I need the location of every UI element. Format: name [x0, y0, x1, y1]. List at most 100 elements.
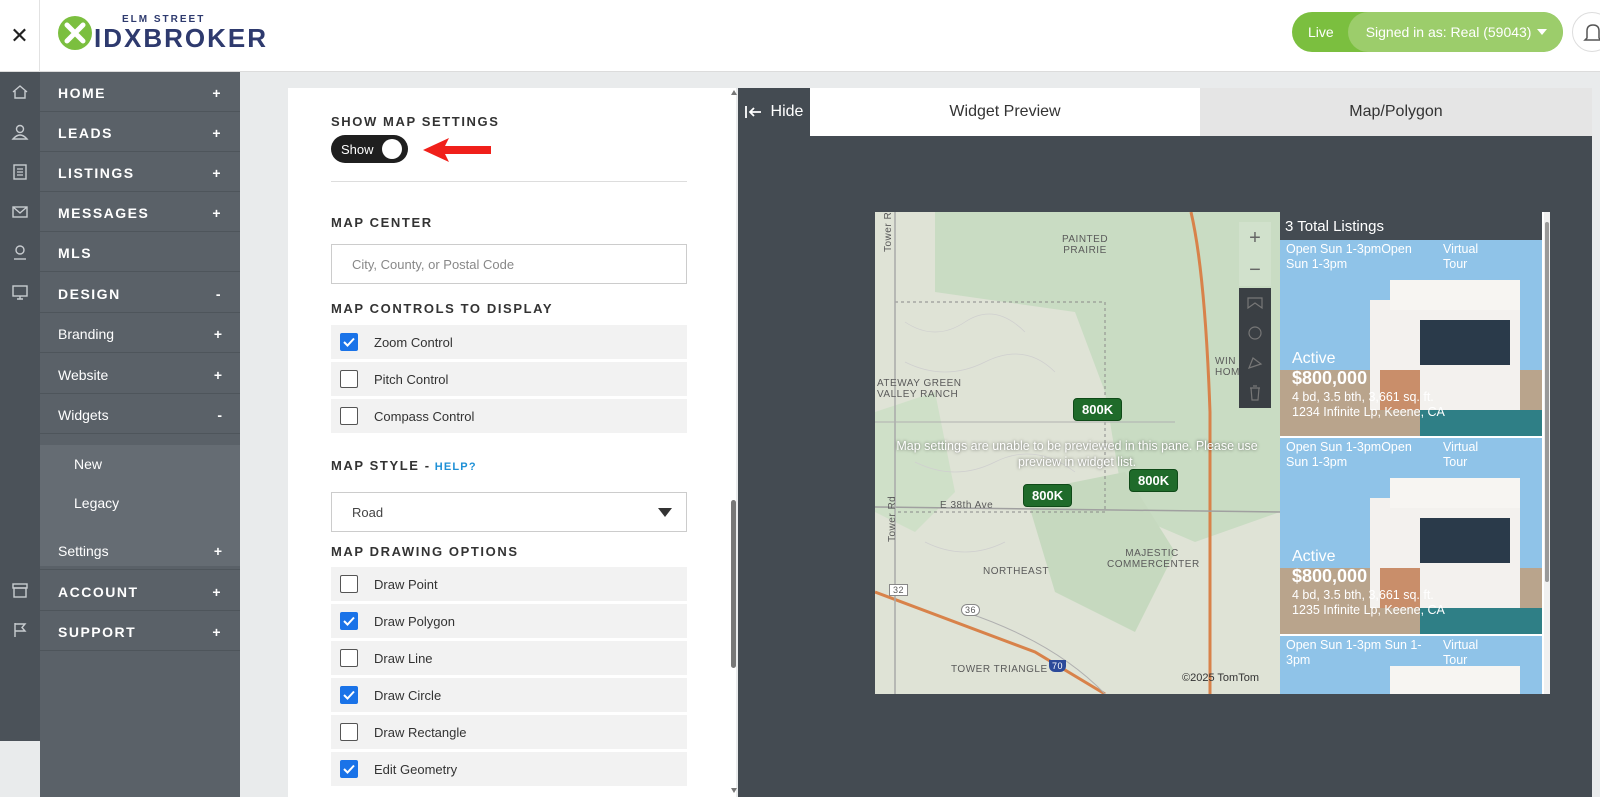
expand-icon: +: [212, 164, 222, 181]
map-label: Tower Rd: [883, 212, 894, 252]
map-label: ATEWAY GREEN VALLEY RANCH: [877, 378, 962, 400]
tab-widget-preview[interactable]: Widget Preview: [810, 88, 1200, 136]
option-draw-point[interactable]: Draw Point: [331, 567, 687, 601]
divider: [331, 181, 687, 182]
map-pin-icon[interactable]: [8, 240, 32, 264]
sidebar-item-listings[interactable]: LISTINGS +: [40, 154, 240, 192]
logo-title: IDXBROKER: [94, 23, 269, 53]
checkbox-unchecked[interactable]: [340, 575, 358, 593]
virtual-tour-link[interactable]: Virtual Tour: [1443, 242, 1503, 272]
listings-scrollbar[interactable]: [1544, 212, 1550, 694]
sidebar-item-leads[interactable]: LEADS +: [40, 114, 240, 152]
price-pin[interactable]: 800K: [1073, 398, 1123, 421]
sidebar-item-legacy[interactable]: Legacy: [40, 484, 240, 522]
sidebar-item-label: ACCOUNT: [58, 583, 139, 600]
checkbox-unchecked[interactable]: [340, 407, 358, 425]
option-zoom-control[interactable]: Zoom Control: [331, 325, 687, 359]
expand-icon: +: [212, 124, 222, 141]
sidebar-item-website[interactable]: Website +: [40, 356, 240, 394]
virtual-tour-link[interactable]: Virtual Tour: [1443, 638, 1503, 668]
map-center-input[interactable]: City, County, or Postal Code: [331, 244, 687, 284]
scrollbar-thumb[interactable]: [731, 500, 736, 668]
edit-geometry-icon[interactable]: [1239, 348, 1271, 378]
show-map-toggle[interactable]: Show: [331, 135, 408, 163]
sidebar-item-branding[interactable]: Branding +: [40, 315, 240, 353]
map-label: TOWER TRIANGLE: [951, 664, 1048, 675]
option-draw-circle[interactable]: Draw Circle: [331, 678, 687, 712]
listings-panel: 3 Total Listings Open Sun 1-3pmOpen Sun …: [1280, 212, 1550, 694]
draw-toolbar: [1239, 288, 1271, 408]
option-draw-polygon[interactable]: Draw Polygon: [331, 604, 687, 638]
scroll-up-icon[interactable]: [731, 90, 737, 95]
sidebar-item-new[interactable]: New: [40, 445, 240, 483]
sidebar-item-widgets[interactable]: Widgets -: [40, 396, 240, 434]
sidebar-item-account[interactable]: ACCOUNT +: [40, 573, 240, 611]
sidebar-item-support[interactable]: SUPPORT +: [40, 613, 240, 651]
sidebar-item-messages[interactable]: MESSAGES +: [40, 194, 240, 232]
checkbox-unchecked[interactable]: [340, 370, 358, 388]
scroll-down-icon[interactable]: [731, 788, 737, 793]
help-link[interactable]: HELP?: [435, 461, 477, 473]
account-pill[interactable]: Live Signed in as: Real (59043): [1292, 12, 1564, 52]
user-icon[interactable]: [8, 120, 32, 144]
hide-button[interactable]: Hide: [738, 88, 810, 136]
checkbox-checked[interactable]: [340, 686, 358, 704]
sidebar-item-label: Website: [58, 366, 109, 383]
draw-polygon-icon[interactable]: [1239, 288, 1271, 318]
checkbox-checked[interactable]: [340, 333, 358, 351]
road-shield: 32: [889, 584, 909, 596]
caret-down-icon: [1537, 29, 1548, 35]
monitor-icon[interactable]: [8, 280, 32, 304]
settings-scrollbar[interactable]: [730, 88, 738, 797]
option-draw-line[interactable]: Draw Line: [331, 641, 687, 675]
sidebar-item-label: SUPPORT: [58, 623, 137, 640]
sidebar-item-label: New: [74, 456, 103, 472]
checkbox-unchecked[interactable]: [340, 723, 358, 741]
notifications-button[interactable]: [1572, 12, 1600, 52]
option-compass-control[interactable]: Compass Control: [331, 399, 687, 433]
total-listings-title: 3 Total Listings: [1280, 212, 1542, 240]
checkbox-checked[interactable]: [340, 612, 358, 630]
option-pitch-control[interactable]: Pitch Control: [331, 362, 687, 396]
listings-icon[interactable]: [8, 160, 32, 184]
listing-status: Active: [1292, 548, 1336, 565]
checkbox-unchecked[interactable]: [340, 649, 358, 667]
draw-circle-icon[interactable]: [1239, 318, 1271, 348]
sidebar: HOME + LEADS + LISTINGS + MESSAGES + MLS DES…: [40, 72, 240, 797]
flag-icon[interactable]: [8, 618, 32, 642]
mail-icon[interactable]: [8, 200, 32, 224]
sidebar-item-settings[interactable]: Settings +: [40, 532, 240, 570]
map-style-select[interactable]: Road: [331, 492, 687, 532]
scrollbar-thumb[interactable]: [1545, 222, 1549, 582]
listing-card[interactable]: Open Sun 1-3pm Sun 1-3pm Virtual Tour: [1280, 636, 1542, 694]
trash-icon[interactable]: [1239, 378, 1271, 408]
logo[interactable]: ELM STREET IDXBROKER: [58, 14, 268, 51]
sidebar-item-label: Legacy: [74, 495, 120, 511]
zoom-in-button[interactable]: +: [1239, 222, 1271, 254]
sidebar-item-mls[interactable]: MLS: [40, 234, 240, 272]
price-pin[interactable]: 800K: [1023, 484, 1073, 507]
tab-map-polygon[interactable]: Map/Polygon: [1200, 88, 1592, 136]
map-label: NORTHEAST: [983, 566, 1049, 577]
archive-icon[interactable]: [8, 578, 32, 602]
live-status[interactable]: Live: [1292, 24, 1348, 40]
sidebar-item-home[interactable]: HOME +: [40, 74, 240, 112]
map-center-title: MAP CENTER: [331, 215, 433, 230]
toggle-label: Show: [341, 141, 374, 157]
zoom-out-button[interactable]: −: [1239, 254, 1271, 286]
sidebar-item-design[interactable]: DESIGN -: [40, 275, 240, 313]
listing-card[interactable]: Open Sun 1-3pmOpen Sun 1-3pm Virtual Tou…: [1280, 240, 1542, 436]
checkbox-checked[interactable]: [340, 760, 358, 778]
close-button[interactable]: ✕: [0, 0, 40, 72]
expand-icon: +: [213, 542, 222, 559]
option-edit-geometry[interactable]: Edit Geometry: [331, 752, 687, 786]
signed-in-dropdown[interactable]: Signed in as: Real (59043): [1347, 12, 1564, 52]
option-label: Draw Line: [374, 650, 433, 666]
option-draw-rectangle[interactable]: Draw Rectangle: [331, 715, 687, 749]
price-pin[interactable]: 800K: [1129, 469, 1179, 492]
map-preview[interactable]: PAINTED PRAIRIE Tower Rd ATEWAY GREEN VA…: [875, 212, 1280, 694]
home-icon[interactable]: [8, 80, 32, 104]
tab-label: Map/Polygon: [1349, 103, 1443, 120]
listing-card[interactable]: Open Sun 1-3pmOpen Sun 1-3pm Virtual Tou…: [1280, 438, 1542, 634]
virtual-tour-link[interactable]: Virtual Tour: [1443, 440, 1503, 470]
